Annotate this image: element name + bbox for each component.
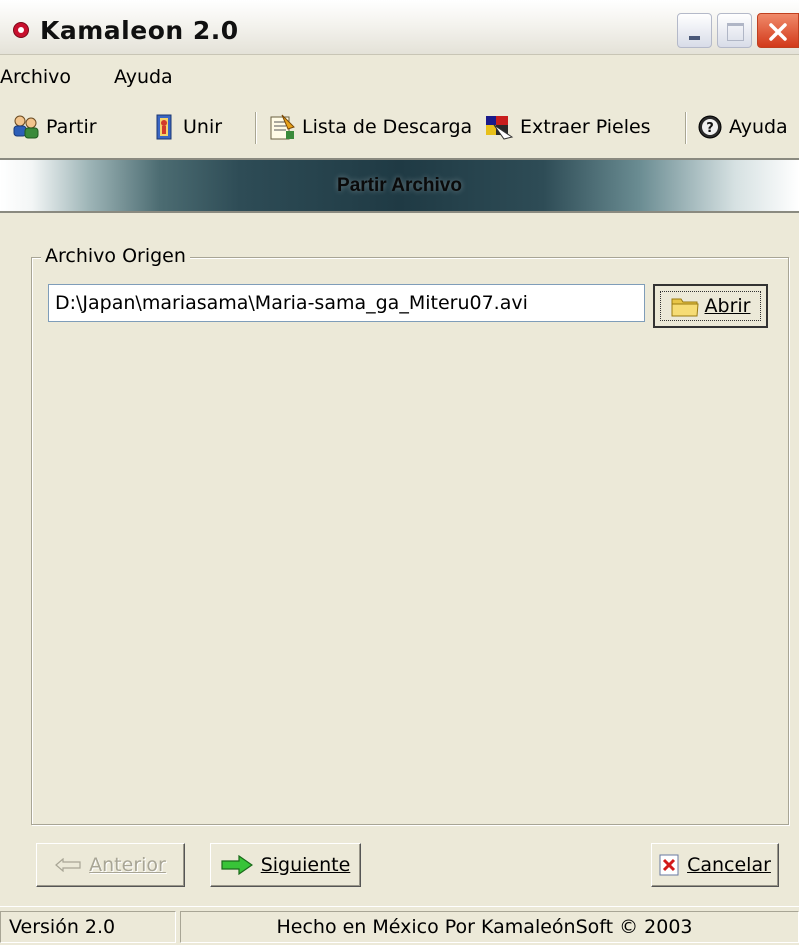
maximize-button[interactable]	[717, 13, 752, 48]
toolbar-ayuda-button[interactable]: ? Ayuda	[697, 112, 788, 142]
cancel-label: Cancelar	[687, 854, 771, 876]
status-version: Versión 2.0	[0, 911, 176, 943]
arrow-right-icon	[221, 855, 253, 875]
toolbar-ayuda-label: Ayuda	[729, 116, 788, 138]
menu-ayuda[interactable]: Ayuda	[114, 66, 173, 88]
close-icon	[769, 23, 787, 41]
source-file-group	[31, 257, 789, 825]
split-people-icon	[13, 115, 39, 139]
cancel-x-icon	[659, 854, 679, 876]
status-credits: Hecho en México Por KamaleónSoft © 2003	[180, 911, 799, 943]
toolbar-separator	[685, 112, 687, 144]
svg-text:?: ?	[706, 121, 714, 136]
toolbar-partir-label: Partir	[46, 116, 97, 138]
menu-archivo[interactable]: Archivo	[0, 66, 71, 88]
toolbar: Partir Unir Lista de Descarga Extraer Pi…	[0, 104, 799, 152]
minimize-button[interactable]	[677, 13, 712, 48]
cancel-button[interactable]: Cancelar	[651, 843, 779, 887]
arrow-left-icon	[55, 858, 81, 872]
previous-button[interactable]: Anterior	[36, 843, 185, 887]
toolbar-extraer-pieles-label: Extraer Pieles	[520, 116, 651, 138]
extract-skins-icon	[486, 116, 514, 140]
window-title: Kamaleon 2.0	[40, 16, 239, 45]
toolbar-unir-label: Unir	[183, 116, 223, 138]
step-header-banner: Partir Archivo	[0, 158, 799, 213]
open-file-button[interactable]: Abrir	[653, 284, 768, 328]
toolbar-lista-descarga-button[interactable]: Lista de Descarga	[268, 112, 472, 142]
menu-bar: Archivo Ayuda	[0, 62, 799, 94]
help-icon: ?	[698, 115, 722, 139]
app-icon[interactable]	[13, 22, 29, 38]
toolbar-separator	[255, 112, 257, 144]
next-button[interactable]: Siguiente	[210, 843, 361, 887]
previous-label: Anterior	[89, 854, 166, 876]
source-path-input[interactable]	[48, 284, 645, 322]
step-title: Partir Archivo	[337, 175, 462, 196]
source-file-legend: Archivo Origen	[41, 245, 190, 267]
toolbar-partir-button[interactable]: Partir	[12, 112, 97, 142]
focus-rectangle	[660, 291, 761, 321]
toolbar-unir-button[interactable]: Unir	[151, 112, 222, 142]
join-book-icon	[156, 114, 172, 140]
title-bar: Kamaleon 2.0	[0, 0, 799, 55]
status-bar: Versión 2.0 Hecho en México Por Kamaleón…	[0, 906, 799, 945]
download-list-icon	[270, 114, 295, 140]
next-label: Siguiente	[260, 854, 351, 876]
close-button[interactable]	[757, 13, 799, 48]
toolbar-lista-descarga-label: Lista de Descarga	[302, 116, 473, 138]
toolbar-extraer-pieles-button[interactable]: Extraer Pieles	[484, 112, 651, 142]
